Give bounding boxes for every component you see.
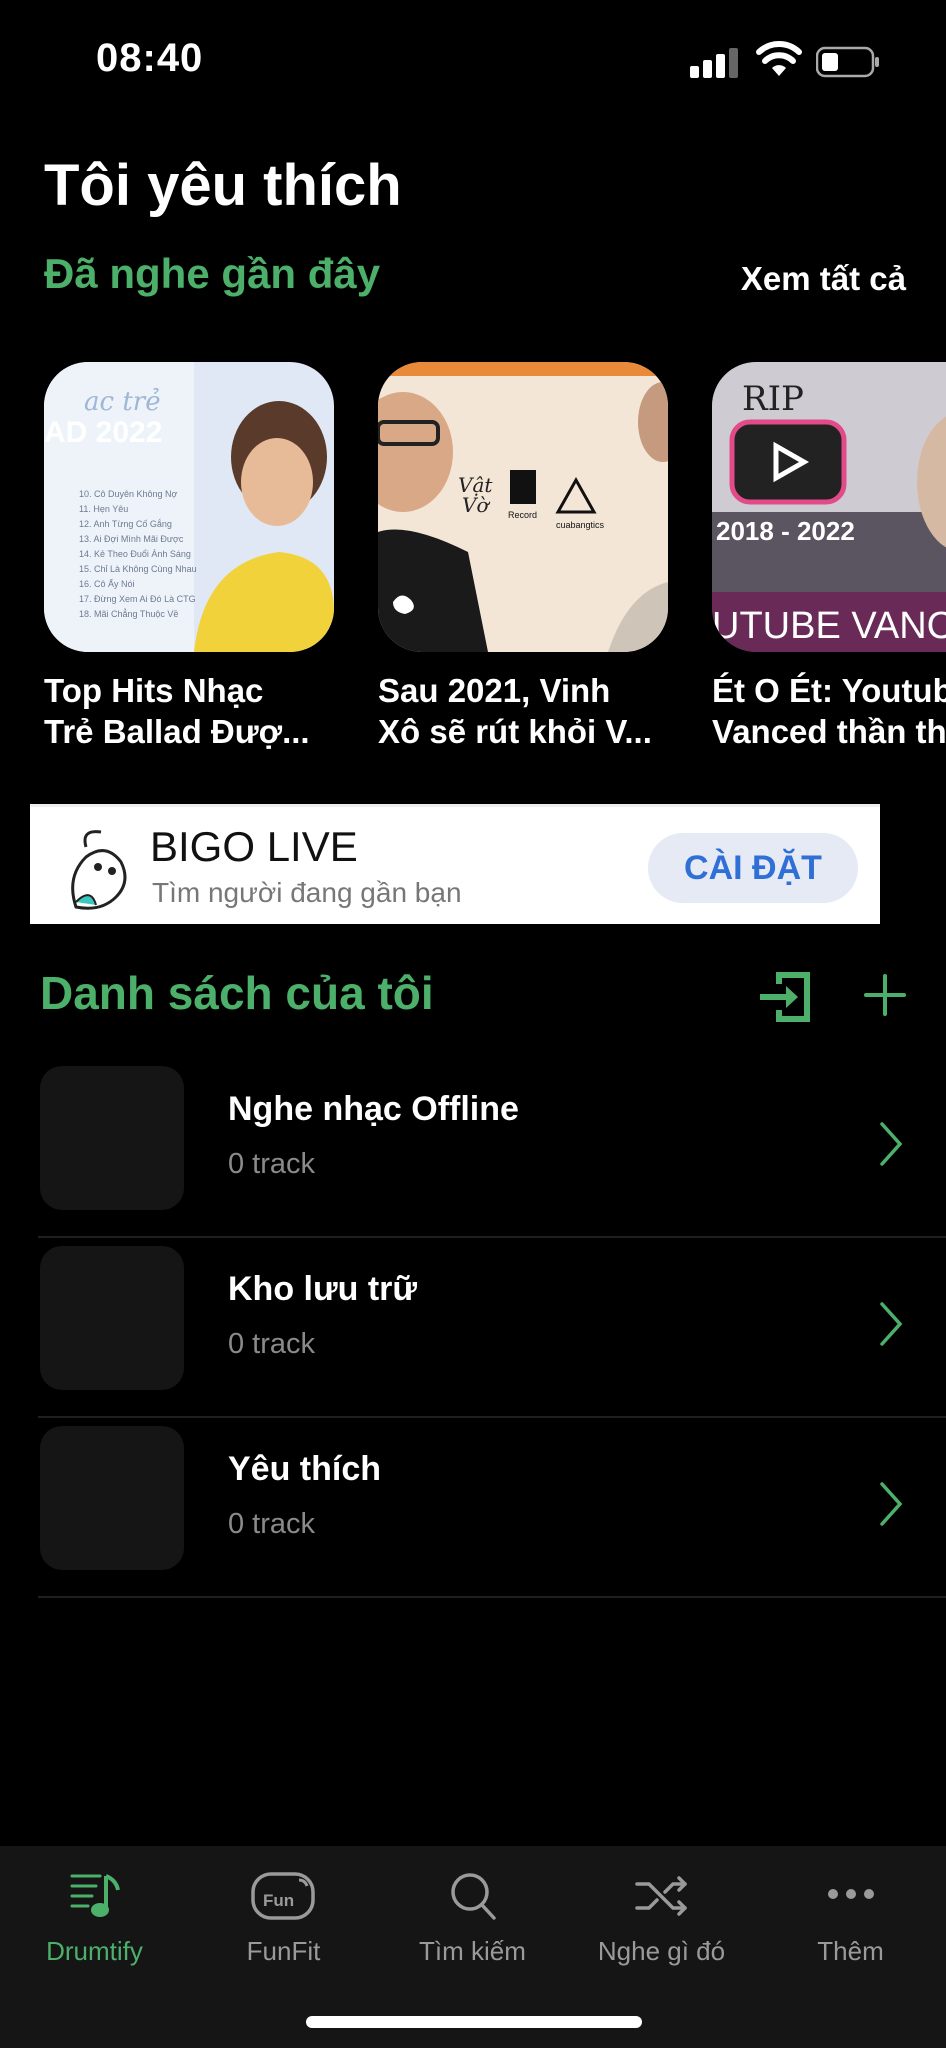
tab-label: Thêm [817,1936,884,1966]
svg-text:ac trẻ: ac trẻ [84,387,161,417]
svg-text:cuabangtics: cuabangtics [556,520,605,530]
tab-search[interactable]: Tìm kiếm [378,1846,567,1986]
recent-card[interactable]: RIP 2018 - 2022 UTUBE VANC Ét O Ét: Yout… [712,362,946,752]
add-playlist-icon[interactable] [862,972,908,1018]
playlist-row[interactable]: Kho lưu trữ 0 track [38,1238,946,1418]
battery-icon [816,46,879,78]
page-title: Tôi yêu thích [44,153,402,218]
playlist-list: Nghe nhạc Offline 0 track Kho lưu trữ 0 … [38,1058,946,1598]
svg-text:15. Chỉ Là Không Cùng Nhau: 15. Chỉ Là Không Cùng Nhau [79,564,197,574]
home-indicator[interactable] [306,2016,642,2028]
recent-carousel[interactable]: ac trẻ AD 2022 10. Cô Duyên Không Nợ 11.… [0,362,946,762]
svg-text:16. Cô Ấy Nói: 16. Cô Ấy Nói [79,579,135,589]
playlist-thumbnail [40,1066,184,1210]
ad-banner[interactable]: BIGO LIVE Tìm người đang gần bạn CÀI ĐẶT [30,804,880,924]
ad-subtitle: Tìm người đang gần bạn [152,877,462,908]
tab-drumtify[interactable]: Drumtify [0,1846,189,1986]
svg-text:10. Cô Duyên Không Nợ: 10. Cô Duyên Không Nợ [79,489,178,499]
ad-title: BIGO LIVE [150,823,358,870]
cellular-signal-icon [690,46,740,78]
playlist-count: 0 track [228,1148,316,1180]
svg-text:AD 2022: AD 2022 [44,416,162,449]
playlist-row[interactable]: Nghe nhạc Offline 0 track [38,1058,946,1238]
svg-text:12. Anh Từng Cố Gắng: 12. Anh Từng Cố Gắng [79,519,172,529]
tab-label: FunFit [246,1936,321,1966]
svg-text:Fun: Fun [263,1891,294,1910]
wifi-icon [756,41,802,76]
recent-card-title: Sau 2021, Vinh Xô sẽ rút khỏi V... [378,672,652,750]
playlist-title: Yêu thích [228,1450,382,1488]
tab-label: Tìm kiếm [419,1936,526,1966]
playlist-thumbnail [40,1426,184,1570]
music-list-icon [70,1874,120,1917]
recent-card[interactable]: Vật Vờ Record cuabangtics Sau 2021, Vinh… [378,362,668,752]
tab-label: Nghe gì đó [597,1936,726,1966]
playlist-count: 0 track [228,1508,316,1540]
shuffle-icon [635,1876,687,1916]
playlist-thumbnail [40,1246,184,1390]
search-icon [451,1873,496,1920]
status-time: 08:40 [96,36,204,80]
svg-text:Record: Record [508,510,537,520]
recent-card[interactable]: ac trẻ AD 2022 10. Cô Duyên Không Nợ 11.… [44,362,334,752]
install-button[interactable]: CÀI ĐẶT [648,833,858,903]
tab-listen-something[interactable]: Nghe gì đó [567,1846,756,1986]
recent-card-title: Ét O Ét: Youtube Vanced thần th... [712,672,946,750]
svg-text:13. Ai Đợi Mình Mãi Được: 13. Ai Đợi Mình Mãi Được [79,534,184,544]
recent-card-title: Top Hits Nhạc Trẻ Ballad Đượ... [44,672,310,750]
see-all-link[interactable]: Xem tất cả [741,260,906,298]
tab-label: Drumtify [46,1936,143,1966]
playlist-row[interactable]: Yêu thích 0 track [38,1418,946,1598]
funfit-icon: Fun [251,1872,315,1920]
playlist-title: Nghe nhạc Offline [228,1090,519,1128]
my-list-title: Danh sách của tôi [40,967,434,1019]
svg-text:UTUBE VANC: UTUBE VANC [712,605,946,647]
album-artwork: Vật Vờ Record cuabangtics [378,362,668,652]
tab-funfit[interactable]: Fun FunFit [189,1846,378,1986]
svg-text:11. Hẹn Yêu: 11. Hẹn Yêu [79,504,128,514]
bigo-logo-icon [71,830,127,910]
tab-more[interactable]: Thêm [756,1846,945,1986]
chevron-right-icon [880,1302,903,1346]
chevron-right-icon [880,1122,903,1166]
status-bar: 08:40 [0,0,946,120]
chevron-right-icon [880,1482,903,1526]
svg-text:Vờ: Vờ [462,493,490,517]
more-icon [828,1889,874,1899]
playlist-title: Kho lưu trữ [228,1270,417,1308]
playlist-count: 0 track [228,1328,316,1360]
svg-text:14. Kẻ Theo Đuổi Ánh Sáng: 14. Kẻ Theo Đuổi Ánh Sáng [79,549,191,559]
svg-text:17. Đừng Xem Ai Đó Là CTG: 17. Đừng Xem Ai Đó Là CTG [79,594,196,604]
recent-section-title: Đã nghe gần đây [44,250,381,297]
album-artwork: ac trẻ AD 2022 10. Cô Duyên Không Nợ 11.… [44,362,334,652]
import-icon[interactable] [756,968,814,1026]
svg-text:18. Mãi Chẳng Thuộc Về: 18. Mãi Chẳng Thuộc Về [79,608,178,619]
album-artwork: RIP 2018 - 2022 UTUBE VANC [712,362,946,652]
svg-text:2018 - 2022: 2018 - 2022 [716,516,855,546]
svg-text:RIP: RIP [742,379,804,419]
